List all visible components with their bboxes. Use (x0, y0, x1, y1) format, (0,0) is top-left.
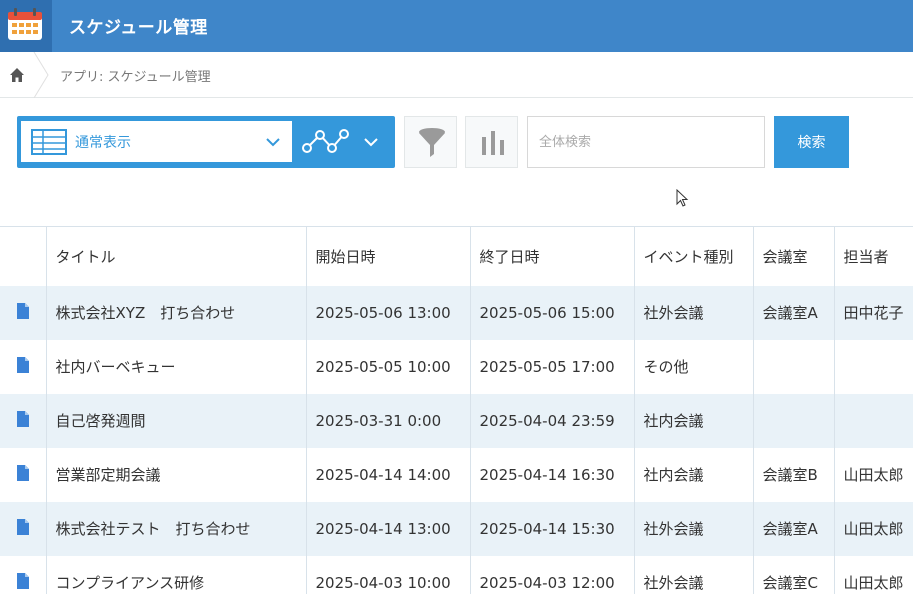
cell-event-type: 社内会議 (634, 447, 754, 502)
cell-start: 2025-05-05 10:00 (306, 339, 471, 394)
table-header-row: タイトル 開始日時 終了日時 イベント種別 会議室 担当者 (0, 226, 913, 286)
header-icon-column (0, 226, 47, 286)
table-row: 営業部定期会議 2025-04-14 14:00 2025-04-14 16:3… (0, 447, 913, 502)
cell-room: 会議室B (753, 447, 835, 502)
table-row: 自己啓発週間 2025-03-31 0:00 2025-04-04 23:59 … (0, 393, 913, 448)
document-icon (16, 356, 29, 373)
breadcrumb-app-link[interactable]: アプリ: スケジュール管理 (60, 66, 211, 85)
breadcrumb-separator-icon (33, 52, 49, 98)
cell-room (753, 393, 835, 448)
record-detail-link[interactable] (0, 447, 47, 502)
search-button[interactable]: 検索 (774, 116, 849, 168)
cell-end: 2025-05-06 15:00 (470, 285, 635, 340)
cell-start: 2025-05-06 13:00 (306, 285, 471, 340)
filter-button[interactable] (404, 116, 457, 168)
document-icon (16, 572, 29, 589)
cell-owner: 山田太郎 (834, 447, 913, 502)
cell-end: 2025-04-04 23:59 (470, 393, 635, 448)
record-detail-link[interactable] (0, 285, 47, 340)
cell-title: 株式会社テスト 打ち合わせ (46, 501, 307, 556)
cell-room: 会議室A (753, 285, 835, 340)
cell-start: 2025-04-03 10:00 (306, 555, 471, 594)
cell-event-type: 社外会議 (634, 285, 754, 340)
cell-owner (834, 393, 913, 448)
table-view-icon (31, 129, 67, 155)
cell-start: 2025-03-31 0:00 (306, 393, 471, 448)
column-header-start[interactable]: 開始日時 (306, 226, 471, 286)
mouse-cursor-icon (676, 189, 689, 207)
graph-chevron-down-icon[interactable] (363, 136, 379, 148)
cell-end: 2025-05-05 17:00 (470, 339, 635, 394)
document-icon (16, 302, 29, 319)
cell-start: 2025-04-14 14:00 (306, 447, 471, 502)
cell-end: 2025-04-03 12:00 (470, 555, 635, 594)
cell-title: コンプライアンス研修 (46, 555, 307, 594)
bar-chart-icon (482, 131, 504, 155)
document-icon (16, 464, 29, 481)
cell-room (753, 339, 835, 394)
cell-title: 社内バーベキュー (46, 339, 307, 394)
cell-room: 会議室A (753, 501, 835, 556)
view-label: 通常表示 (75, 135, 131, 151)
cell-event-type: 社外会議 (634, 501, 754, 556)
column-header-end[interactable]: 終了日時 (470, 226, 635, 286)
record-detail-link[interactable] (0, 393, 47, 448)
cell-title: 自己啓発週間 (46, 393, 307, 448)
cell-event-type: 社内会議 (634, 393, 754, 448)
app-title: スケジュール管理 (69, 18, 208, 38)
cell-owner: 山田太郎 (834, 501, 913, 556)
breadcrumb: アプリ: スケジュール管理 (0, 52, 913, 98)
app-header: スケジュール管理 (0, 0, 913, 52)
calendar-app-icon[interactable] (0, 0, 52, 52)
cell-end: 2025-04-14 15:30 (470, 501, 635, 556)
cell-start: 2025-04-14 13:00 (306, 501, 471, 556)
record-detail-link[interactable] (0, 501, 47, 556)
cell-event-type: 社外会議 (634, 555, 754, 594)
graph-view-icon[interactable] (302, 126, 350, 158)
column-header-title[interactable]: タイトル (46, 226, 307, 286)
records-table: タイトル 開始日時 終了日時 イベント種別 会議室 担当者 株式会社XYZ 打ち… (0, 226, 913, 594)
cell-title: 営業部定期会議 (46, 447, 307, 502)
document-icon (16, 410, 29, 427)
home-icon[interactable] (6, 64, 28, 86)
column-header-room[interactable]: 会議室 (753, 226, 835, 286)
cell-room: 会議室C (753, 555, 835, 594)
column-header-owner[interactable]: 担当者 (834, 226, 913, 286)
search-input[interactable] (527, 116, 765, 168)
table-row: 社内バーベキュー 2025-05-05 10:00 2025-05-05 17:… (0, 339, 913, 394)
cell-event-type: その他 (634, 339, 754, 394)
cell-title: 株式会社XYZ 打ち合わせ (46, 285, 307, 340)
table-row: 株式会社テスト 打ち合わせ 2025-04-14 13:00 2025-04-1… (0, 501, 913, 556)
document-icon (16, 518, 29, 535)
record-detail-link[interactable] (0, 339, 47, 394)
chart-button[interactable] (465, 116, 518, 168)
filter-icon (419, 128, 445, 157)
cell-owner (834, 339, 913, 394)
column-header-event-type[interactable]: イベント種別 (634, 226, 754, 286)
table-row: 株式会社XYZ 打ち合わせ 2025-05-06 13:00 2025-05-0… (0, 285, 913, 340)
table-row: コンプライアンス研修 2025-04-03 10:00 2025-04-03 1… (0, 555, 913, 594)
chevron-down-icon[interactable] (265, 136, 281, 148)
cell-end: 2025-04-14 16:30 (470, 447, 635, 502)
cell-owner: 山田太郎 (834, 555, 913, 594)
cell-owner: 田中花子 (834, 285, 913, 340)
record-detail-link[interactable] (0, 555, 47, 594)
